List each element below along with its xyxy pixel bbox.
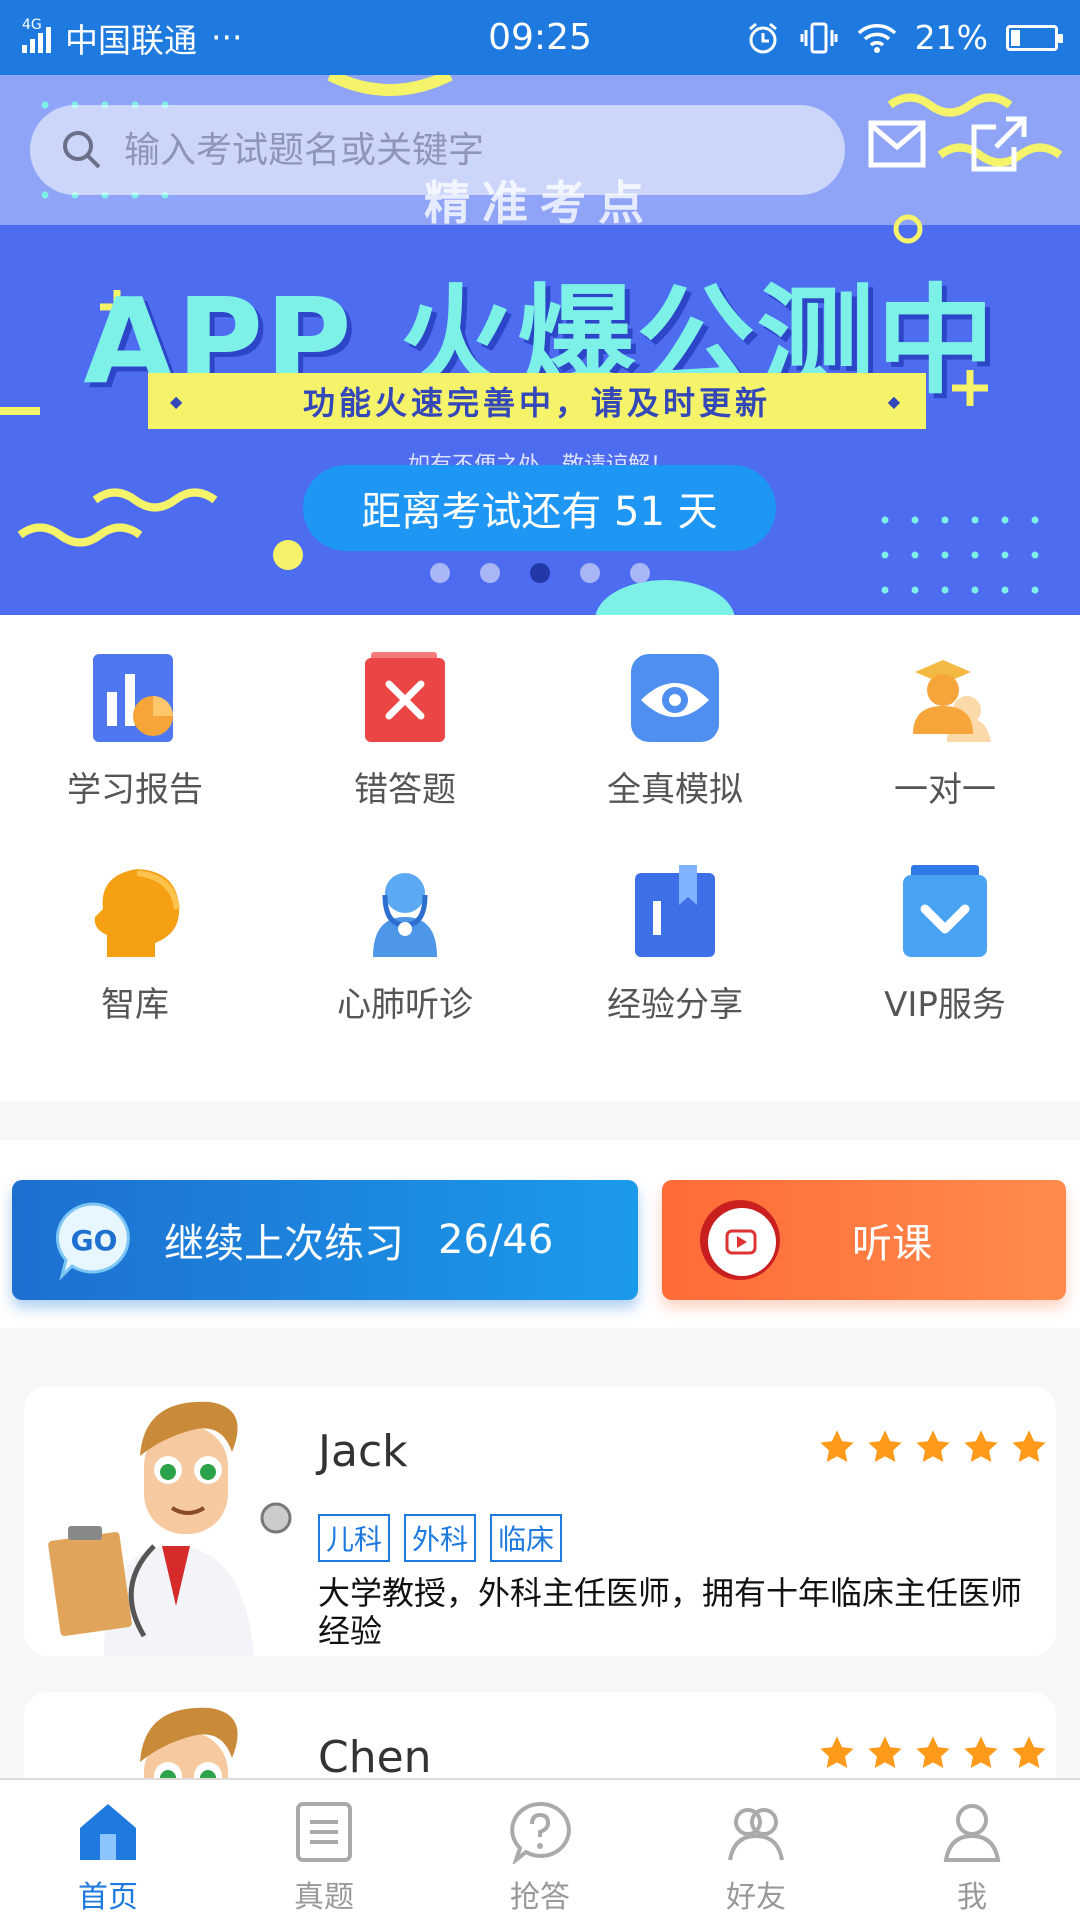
feature-label: 智库 xyxy=(101,985,169,1025)
feature-label: VIP服务 xyxy=(884,985,1006,1025)
feature-label: 一对一 xyxy=(894,770,996,810)
tab-past-exams[interactable]: 真题 xyxy=(216,1780,432,1920)
home-icon xyxy=(80,1804,136,1860)
battery-percent: 21% xyxy=(914,18,988,57)
bookmark-icon xyxy=(635,865,715,957)
feature-think-tank[interactable]: 智库 xyxy=(0,865,270,1080)
feature-vip-service[interactable]: VIP服务 xyxy=(810,865,1080,1080)
carousel-dot[interactable] xyxy=(480,563,500,583)
tab-label: 抢答 xyxy=(510,1880,570,1915)
teacher-list: Jack 儿科 外科 临床 大学教授，外科主任医师，拥有十年临床主任医师经验 C… xyxy=(0,1340,1080,1778)
auscultation-icon xyxy=(373,873,437,957)
carousel-dot-active[interactable] xyxy=(530,563,550,583)
carousel-dot[interactable] xyxy=(430,563,450,583)
teacher-name: Chen xyxy=(318,1732,432,1778)
vibrate-icon xyxy=(800,22,838,53)
teacher-card[interactable]: Chen xyxy=(24,1692,1056,1778)
teacher-rating xyxy=(818,1428,1048,1466)
teacher-tag: 临床 xyxy=(490,1514,563,1562)
report-icon xyxy=(93,654,173,742)
feature-study-report[interactable]: 学习报告 xyxy=(0,650,270,865)
star-icon xyxy=(820,1736,854,1769)
doctor-avatar xyxy=(48,1401,292,1656)
network-type: 4G xyxy=(22,16,42,33)
exam-countdown: 距离考试还有 51 天 xyxy=(303,465,776,551)
eye-icon xyxy=(631,654,719,742)
star-icon xyxy=(964,1736,998,1769)
profile-icon xyxy=(943,1804,1001,1862)
feature-label: 错答题 xyxy=(354,770,456,810)
continue-practice-label: 继续上次练习 xyxy=(164,1221,404,1267)
listen-lecture-label: 听课 xyxy=(852,1221,932,1267)
tab-home[interactable]: 首页 xyxy=(0,1780,216,1920)
practice-progress: 26/46 xyxy=(438,1217,554,1263)
carousel-indicator[interactable] xyxy=(0,563,1080,583)
star-icon xyxy=(820,1430,854,1463)
listen-lecture-button[interactable]: 听课 xyxy=(662,1180,1066,1300)
tab-label: 好友 xyxy=(726,1880,786,1915)
star-icon xyxy=(868,1430,902,1463)
star-icon xyxy=(916,1430,950,1463)
vip-icon xyxy=(903,865,987,957)
tab-quick-answer[interactable]: 抢答 xyxy=(432,1780,648,1920)
carousel-dot[interactable] xyxy=(630,563,650,583)
continue-practice-button[interactable]: GO 继续上次练习 26/46 xyxy=(12,1180,638,1300)
teacher-tag: 儿科 xyxy=(318,1514,391,1562)
feature-experience-sharing[interactable]: 经验分享 xyxy=(540,865,810,1080)
star-icon xyxy=(916,1736,950,1769)
teacher-rating xyxy=(818,1734,1048,1772)
tab-profile[interactable]: 我 xyxy=(864,1780,1080,1920)
quick-actions: GO 继续上次练习 26/46 听课 xyxy=(0,1140,1080,1328)
feature-label: 全真模拟 xyxy=(607,770,743,810)
banner-strip: 功能火速完善中，请及时更新 xyxy=(148,373,926,429)
feature-auscultation[interactable]: 心肺听诊 xyxy=(270,865,540,1080)
search-input[interactable] xyxy=(124,129,804,171)
brain-icon xyxy=(94,869,180,957)
carousel-dot[interactable] xyxy=(580,563,600,583)
feature-wrong-answers[interactable]: 错答题 xyxy=(270,650,540,865)
go-badge-text: GO xyxy=(71,1224,118,1257)
tab-label: 我 xyxy=(957,1880,987,1915)
tab-label: 真题 xyxy=(294,1880,354,1915)
teacher-tags: 儿科 外科 临床 xyxy=(318,1514,563,1562)
promo-banner[interactable]: 精准考点 APP 火爆公测中 功能火速完善中，请及时更新 如有不便之处，敬请谅解… xyxy=(0,75,1080,615)
tab-friends[interactable]: 好友 xyxy=(648,1780,864,1920)
mail-icon[interactable] xyxy=(866,113,928,175)
status-bar: 4G 中国联通 ··· 09:25 21% xyxy=(0,0,1080,75)
doctor-avatar xyxy=(140,1707,238,1778)
document-icon xyxy=(296,1802,352,1862)
battery-icon xyxy=(1006,24,1063,51)
feature-label: 经验分享 xyxy=(607,985,743,1025)
feature-label: 学习报告 xyxy=(67,770,203,810)
feature-mock-exam[interactable]: 全真模拟 xyxy=(540,650,810,865)
carrier-name: 中国联通 xyxy=(65,20,197,60)
wifi-icon xyxy=(857,23,896,53)
star-icon xyxy=(964,1430,998,1463)
more-indicator: ··· xyxy=(211,18,243,57)
star-icon xyxy=(868,1736,902,1769)
star-icon xyxy=(1012,1736,1046,1769)
go-icon: GO xyxy=(55,1202,130,1280)
search-bar[interactable] xyxy=(30,105,845,195)
alarm-icon xyxy=(748,22,777,53)
tab-label: 首页 xyxy=(78,1880,138,1915)
star-icon xyxy=(1012,1430,1046,1463)
teacher-tag: 外科 xyxy=(404,1514,477,1562)
bottom-tab-bar: 首页 真题 抢答 好友 我 xyxy=(0,1778,1080,1920)
teacher-card[interactable]: Jack 儿科 外科 临床 大学教授，外科主任医师，拥有十年临床主任医师经验 xyxy=(24,1386,1056,1656)
feature-label: 心肺听诊 xyxy=(337,985,473,1025)
share-icon[interactable] xyxy=(968,113,1030,175)
search-icon xyxy=(63,131,101,169)
feature-grid: 学习报告 错答题 全真模拟 一对一 智库 心肺听诊 经验分享 VIP服务 xyxy=(0,615,1080,1102)
clock: 09:25 xyxy=(488,17,592,58)
friends-icon xyxy=(728,1808,784,1861)
play-icon xyxy=(700,1200,780,1280)
feature-one-on-one[interactable]: 一对一 xyxy=(810,650,1080,865)
question-icon xyxy=(510,1801,571,1864)
signal-icon: 4G xyxy=(22,17,51,53)
tutor-icon xyxy=(913,660,991,742)
teacher-description: 大学教授，外科主任医师，拥有十年临床主任医师经验 xyxy=(318,1574,1023,1650)
teacher-name: Jack xyxy=(318,1426,408,1477)
wrong-answer-icon xyxy=(365,652,445,742)
